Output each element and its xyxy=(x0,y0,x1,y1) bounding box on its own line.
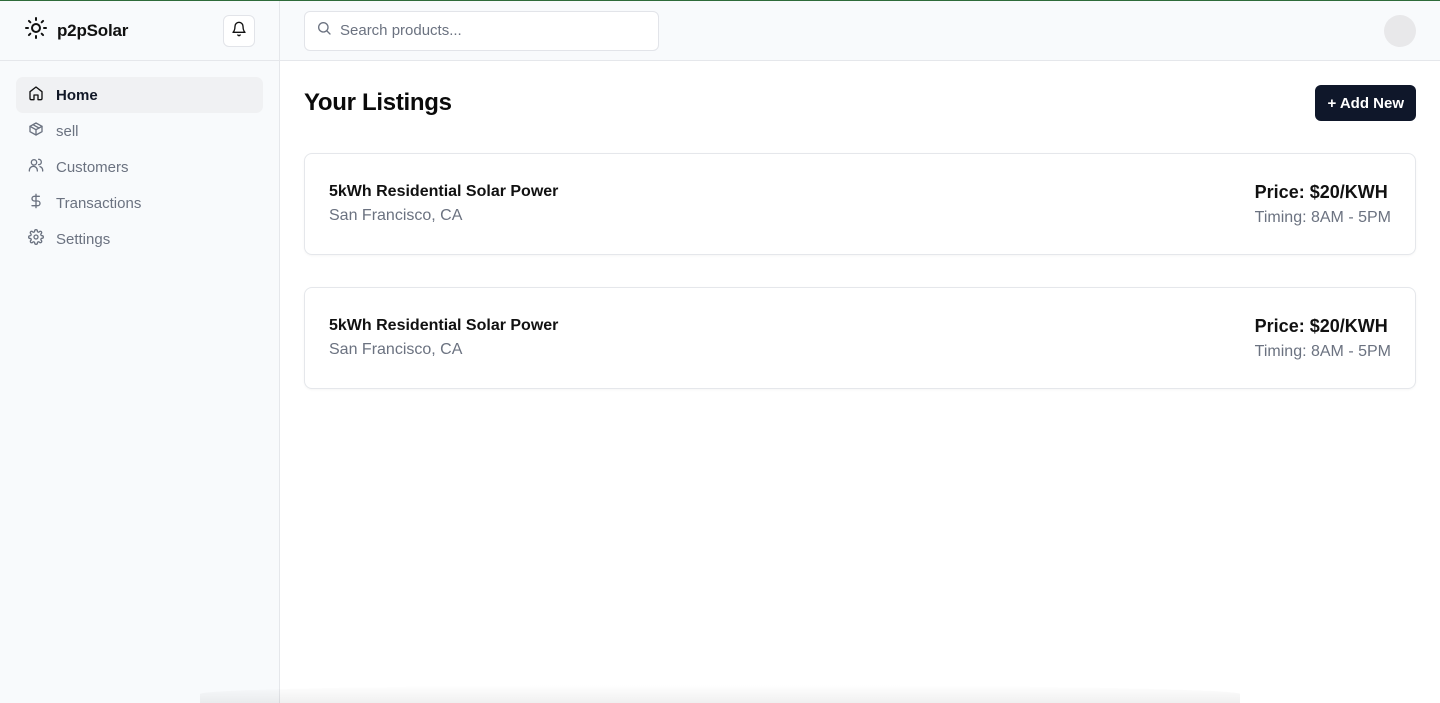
sidebar-item-label: Transactions xyxy=(56,194,142,212)
search-box[interactable] xyxy=(304,10,659,51)
avatar[interactable] xyxy=(1384,14,1416,47)
sidebar-item-label: sell xyxy=(56,122,79,140)
home-icon xyxy=(28,85,44,105)
listing-price: Price: $20/KWH xyxy=(1254,181,1388,202)
listing-info: 5kWh Residential Solar Power San Francis… xyxy=(329,317,558,359)
listing-card[interactable]: 5kWh Residential Solar Power San Francis… xyxy=(304,153,1416,255)
add-new-button[interactable]: + Add New xyxy=(1315,85,1416,121)
dollar-icon xyxy=(28,193,44,213)
sun-icon xyxy=(24,16,48,45)
listing-title: 5kWh Residential Solar Power xyxy=(329,317,559,334)
brand[interactable]: p2pSolar xyxy=(24,16,128,45)
listing-price: Price: $20/KWH xyxy=(1254,315,1388,336)
sidebar-item-label: Settings xyxy=(56,230,111,248)
sidebar-item-settings[interactable]: Settings xyxy=(16,221,263,257)
topbar xyxy=(280,1,1440,61)
listing-location: San Francisco, CA xyxy=(329,341,463,358)
sidebar-header: p2pSolar xyxy=(0,1,279,61)
listing-timing: Timing: 8AM - 5PM xyxy=(1254,208,1391,226)
brand-name: p2pSolar xyxy=(57,20,129,40)
listing-timing: Timing: 8AM - 5PM xyxy=(1254,342,1391,360)
page-title: Your Listings xyxy=(304,89,452,116)
sidebar-item-transactions[interactable]: Transactions xyxy=(16,185,263,221)
listing-title: 5kWh Residential Solar Power xyxy=(329,183,559,200)
sidebar-item-label: Customers xyxy=(56,158,129,176)
listing-location: San Francisco, CA xyxy=(329,207,463,224)
content: Your Listings + Add New 5kWh Residential… xyxy=(280,61,1440,413)
package-icon xyxy=(28,121,44,141)
main-area: Your Listings + Add New 5kWh Residential… xyxy=(280,1,1440,703)
bell-icon xyxy=(231,21,247,40)
sidebar: p2pSolar Home sell Customers Transaction… xyxy=(0,1,280,703)
sidebar-item-customers[interactable]: Customers xyxy=(16,149,263,185)
app-window: p2pSolar Home sell Customers Transaction… xyxy=(0,0,1440,703)
listing-card[interactable]: 5kWh Residential Solar Power San Francis… xyxy=(304,287,1416,389)
sidebar-item-label: Home xyxy=(56,86,98,104)
sidebar-nav: Home sell Customers Transactions Setting… xyxy=(0,61,279,273)
sidebar-item-home[interactable]: Home xyxy=(16,77,263,113)
content-header: Your Listings + Add New xyxy=(304,85,1416,121)
users-icon xyxy=(28,157,44,177)
notifications-button[interactable] xyxy=(223,14,255,47)
listings-list: 5kWh Residential Solar Power San Francis… xyxy=(304,153,1416,389)
search-input[interactable] xyxy=(340,22,640,39)
listing-pricing: Price: $20/KWH Timing: 8AM - 5PM xyxy=(1255,316,1391,361)
gear-icon xyxy=(28,229,44,249)
sidebar-item-sell[interactable]: sell xyxy=(16,113,263,149)
listing-info: 5kWh Residential Solar Power San Francis… xyxy=(329,183,558,225)
search-icon xyxy=(316,20,332,41)
listing-pricing: Price: $20/KWH Timing: 8AM - 5PM xyxy=(1255,182,1391,227)
